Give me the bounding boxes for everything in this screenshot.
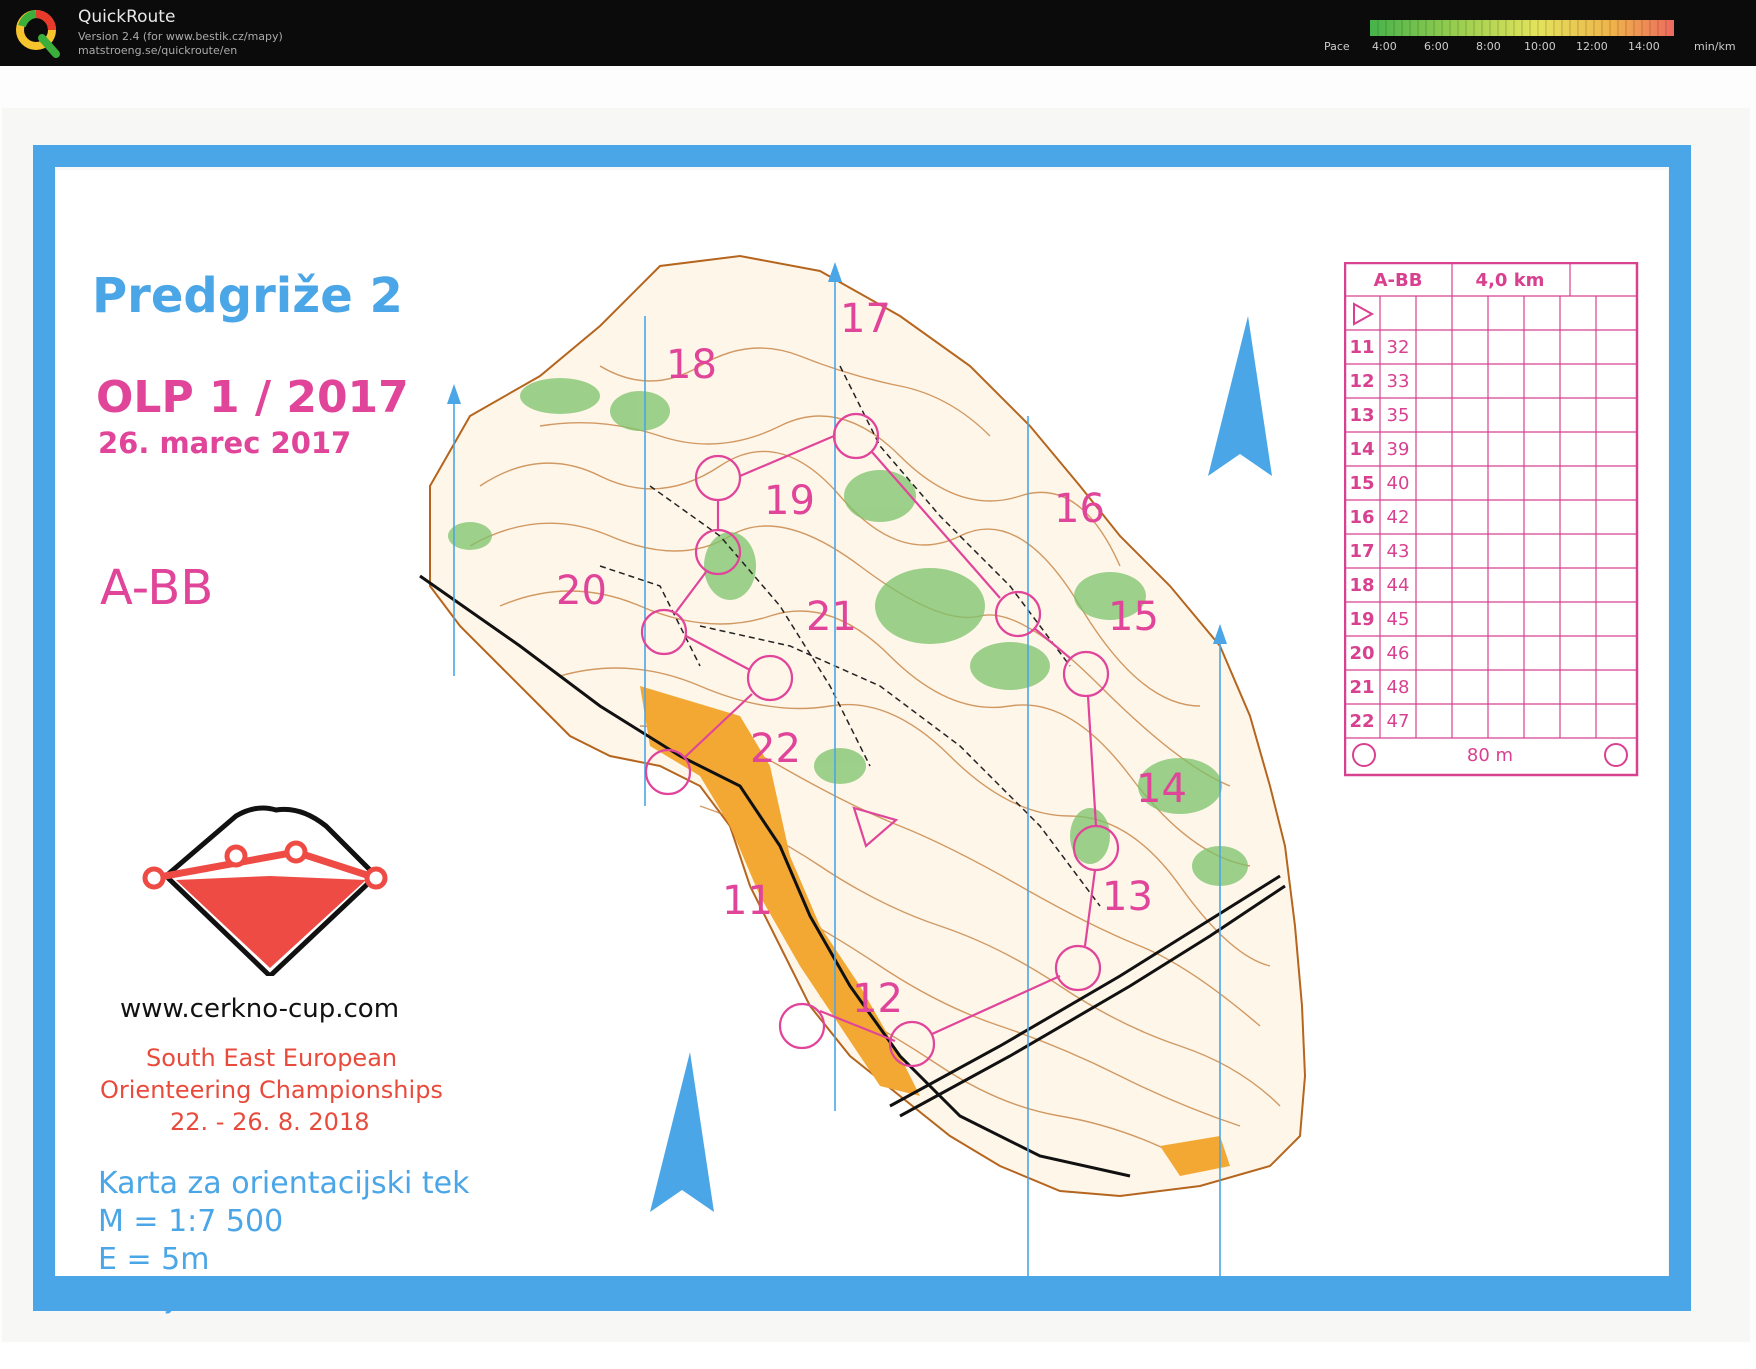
title-bar: QuickRoute Version 2.4 (for www.bestik.c… (0, 0, 1756, 66)
pace-tick: 8:00 (1476, 40, 1501, 53)
app-url: matstroeng.se/quickroute/en (78, 44, 238, 57)
description-control-code: 47 (1387, 711, 1410, 732)
description-control-number: 15 (1349, 473, 1374, 494)
description-control-number: 17 (1349, 541, 1374, 562)
map-title: Predgriže 2 (92, 268, 403, 324)
control-number: 17 (840, 296, 891, 342)
description-control-code: 43 (1387, 541, 1410, 562)
pace-tick: 12:00 (1576, 40, 1608, 53)
championship-line: South East European (146, 1044, 398, 1072)
pace-tick: 10:00 (1524, 40, 1556, 53)
quickroute-logo-icon (16, 10, 60, 58)
pace-label: Pace (1324, 40, 1350, 53)
credits-band (44, 1276, 1680, 1304)
pace-color-scale (1370, 20, 1674, 36)
control-number: 22 (750, 726, 801, 772)
map-scale: M = 1:7 500 (98, 1204, 284, 1239)
map-credits: Reambulacija: Mile Stevanovič (2013), iz… (992, 1350, 1622, 1369)
description-class-name: A-BB (1374, 270, 1423, 291)
description-control-code: 39 (1387, 439, 1410, 460)
control-description-sheet: A-BB 4,0 km 11 32 12 33 13 35 14 39 15 40 16 42 17 43 18… (1344, 262, 1639, 777)
description-course-length: 4,0 km (1476, 270, 1545, 291)
control-number: 20 (556, 568, 607, 614)
pace-unit: min/km (1694, 40, 1736, 53)
control-number: 13 (1102, 874, 1153, 920)
description-control-number: 20 (1349, 643, 1374, 664)
description-control-code: 45 (1387, 609, 1410, 630)
control-number: 14 (1136, 766, 1187, 812)
website: www.cerkno-cup.com (120, 994, 400, 1024)
description-control-number: 22 (1349, 711, 1374, 732)
description-control-number: 19 (1349, 609, 1374, 630)
control-number: 15 (1108, 594, 1159, 640)
description-control-number: 13 (1349, 405, 1374, 426)
control-number: 21 (806, 594, 857, 640)
description-control-code: 40 (1387, 473, 1410, 494)
description-control-number: 21 (1349, 677, 1374, 698)
description-control-code: 33 (1387, 371, 1410, 392)
contour-interval: E = 5m (98, 1242, 210, 1277)
description-control-code: 44 (1387, 575, 1410, 596)
description-control-number: 12 (1349, 371, 1374, 392)
description-control-number: 11 (1349, 337, 1374, 358)
map-canvas[interactable]: Predgriže 2 OLP 1 / 2017 26. marec 2017 … (0, 66, 1756, 1369)
control-number: 16 (1054, 486, 1105, 532)
app-version: Version 2.4 (for www.bestik.cz/mapy) (78, 30, 283, 43)
control-number: 19 (764, 478, 815, 524)
event-name: OLP 1 / 2017 (96, 372, 409, 423)
description-control-code: 48 (1387, 677, 1410, 698)
app-name: QuickRoute (78, 7, 176, 27)
pace-tick: 6:00 (1424, 40, 1449, 53)
control-number: 12 (852, 976, 903, 1022)
description-control-code: 35 (1387, 405, 1410, 426)
description-control-number: 18 (1349, 575, 1374, 596)
championship-line: 22. - 26. 8. 2018 (170, 1108, 370, 1136)
pace-tick: 4:00 (1372, 40, 1397, 53)
description-finish-distance: 80 m (1467, 745, 1513, 766)
map-state: Stanje: 2013 (98, 1280, 289, 1315)
control-number: 18 (666, 342, 717, 388)
cerkno-cup-logo (142, 805, 388, 976)
control-number: 11 (722, 878, 773, 924)
description-control-code: 32 (1387, 337, 1410, 358)
description-control-number: 16 (1349, 507, 1374, 528)
course-class: A-BB (100, 560, 214, 616)
pace-tick: 14:00 (1628, 40, 1660, 53)
description-control-code: 42 (1387, 507, 1410, 528)
description-control-code: 46 (1387, 643, 1410, 664)
event-date: 26. marec 2017 (98, 426, 352, 460)
description-control-number: 14 (1349, 439, 1374, 460)
map-kind: Karta za orientacijski tek (98, 1166, 470, 1201)
championship-line: Orienteering Championships (100, 1076, 443, 1104)
